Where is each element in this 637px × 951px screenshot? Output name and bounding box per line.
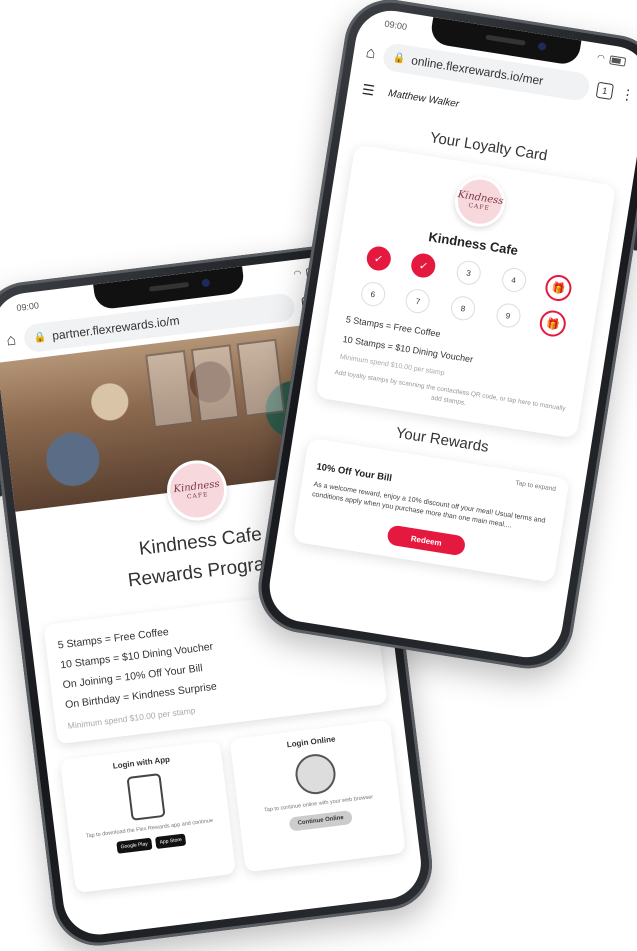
continue-online-button[interactable]: Continue Online — [288, 810, 353, 832]
volume-button — [0, 456, 3, 497]
login-online-title: Login Online — [286, 734, 336, 750]
stamp-checked[interactable]: ✓ — [409, 251, 438, 280]
stamp-checked[interactable]: ✓ — [364, 244, 393, 273]
stamp-empty[interactable]: 4 — [500, 266, 528, 294]
home-icon[interactable]: ⌂ — [364, 44, 377, 63]
lock-icon: 🔒 — [392, 51, 407, 65]
stamp-empty[interactable]: 9 — [494, 301, 522, 330]
tabs-button[interactable]: 1 — [595, 81, 614, 100]
redeem-button[interactable]: Redeem — [386, 524, 467, 557]
gift-stamp-icon[interactable]: 🎁 — [538, 308, 568, 339]
login-options: Login with App Tap to download the Flex … — [60, 720, 406, 893]
phone-icon — [125, 773, 166, 821]
power-button — [633, 190, 637, 251]
stamp-empty[interactable]: 7 — [404, 287, 432, 315]
stamp-empty[interactable]: 3 — [454, 259, 483, 287]
login-app-card[interactable]: Login with App Tap to download the Flex … — [60, 741, 236, 894]
status-time: 09:00 — [383, 18, 408, 33]
user-name: Matthew Walker — [387, 88, 460, 111]
right-phone: 09:00 ◠ ⌂ 🔒 online.flexrewards.io/mer 1 … — [251, 0, 637, 675]
stamp-empty[interactable]: 8 — [449, 294, 477, 323]
home-icon[interactable]: ⌂ — [5, 331, 17, 350]
more-icon[interactable]: ⋮ — [619, 85, 635, 104]
url-text: partner.flexrewards.io/m — [51, 313, 181, 343]
login-app-title: Login with App — [112, 754, 171, 771]
loyalty-card[interactable]: Kindness CAFE Kindness Cafe ✓ ✓ 3 4 🎁 6 7 8 9 🎁 5… — [315, 144, 617, 439]
stamp-empty[interactable]: 6 — [359, 280, 387, 308]
tap-to-expand[interactable]: Tap to expand — [515, 480, 556, 493]
lock-icon: 🔒 — [33, 331, 47, 344]
login-online-desc: Tap to continue online with your web bro… — [263, 794, 374, 814]
right-screen: 09:00 ◠ ⌂ 🔒 online.flexrewards.io/mer 1 … — [264, 5, 637, 663]
globe-icon — [292, 751, 338, 797]
gift-stamp-icon[interactable]: 🎁 — [543, 273, 574, 303]
cafe-logo: Kindness CAFE — [451, 173, 509, 231]
status-time: 09:00 — [15, 300, 40, 314]
wifi-icon: ◠ — [292, 267, 302, 279]
app-store-button[interactable]: App Store — [154, 833, 187, 850]
wifi-icon: ◠ — [596, 51, 606, 63]
google-play-button[interactable]: Google Play — [116, 837, 153, 854]
battery-icon — [609, 54, 627, 67]
login-online-card[interactable]: Login Online Tap to continue online with… — [230, 720, 406, 873]
menu-icon[interactable]: ☰ — [361, 81, 376, 100]
